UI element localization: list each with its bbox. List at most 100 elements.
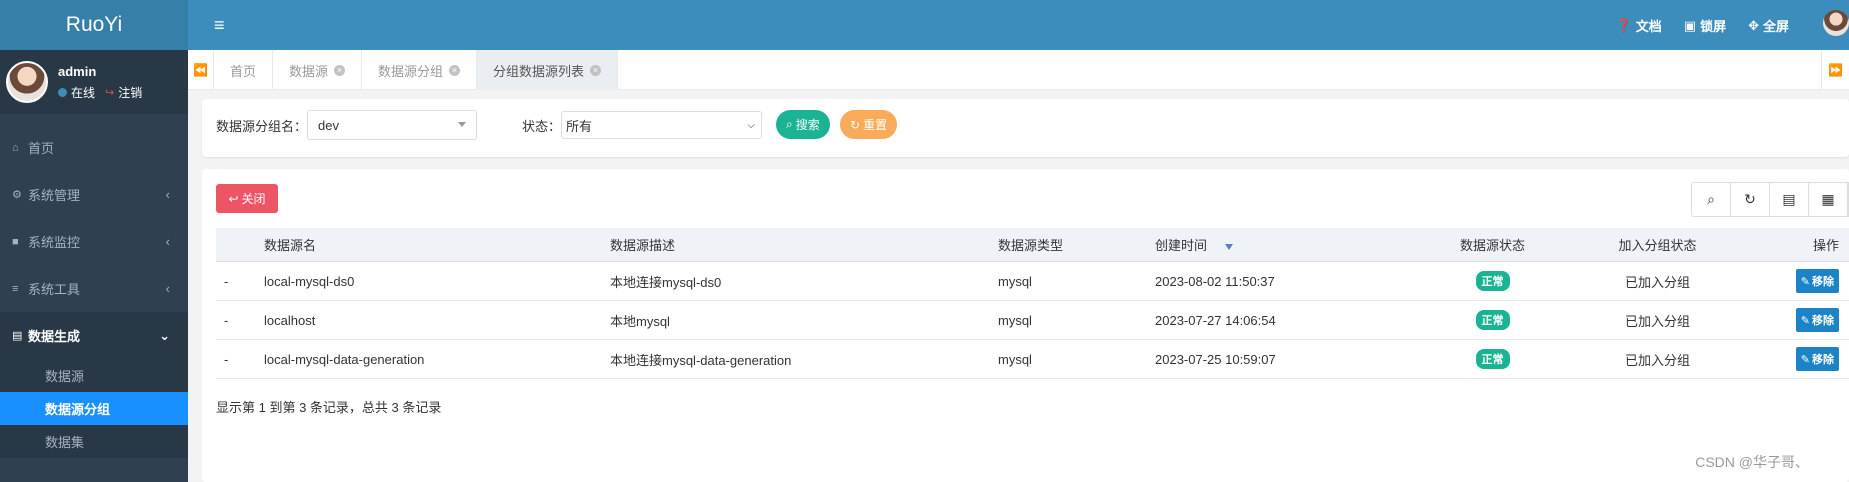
reset-button[interactable]: ↻ 重置 (840, 110, 898, 139)
cell-created: 2023-08-02 11:50:37 (1155, 273, 1275, 289)
pagination-info: 显示第 1 到第 3 条记录，总共 3 条记录 (216, 400, 442, 415)
docs-label: 文档 (1635, 19, 1662, 34)
row-expand[interactable]: - (216, 274, 264, 289)
tab-close-icon[interactable]: × (590, 64, 602, 76)
sidebar-subitem-dataset[interactable]: 数据集 (0, 425, 188, 458)
cell-group-status: 已加入分组 (1624, 313, 1690, 329)
logout-icon[interactable]: ↪ (105, 86, 114, 99)
docs-link[interactable]: ❓ 文档 (1616, 16, 1662, 35)
status-badge: 正常 (1475, 271, 1510, 291)
remove-button-label: 移除 (1812, 354, 1834, 366)
header-desc[interactable]: 数据源描述 (610, 235, 998, 254)
header-name[interactable]: 数据源名 (264, 235, 610, 254)
cell-status: 正常 (1425, 310, 1560, 330)
chevron-down-icon: ⌵ (747, 120, 755, 131)
close-button[interactable]: ↩ 关闭 (216, 184, 278, 213)
remove-button[interactable]: ✎ 移除 (1795, 347, 1839, 371)
cell-created: 2023-07-27 14:06:54 (1155, 312, 1276, 328)
tabs-scroll-left-icon[interactable]: ⏪ (188, 50, 214, 90)
tab-label: 分组数据源列表 (493, 63, 585, 79)
caret-down-icon (458, 122, 466, 127)
remove-button[interactable]: ✎ 移除 (1795, 269, 1839, 293)
user-panel: admin 在线 ↪ 注销 (0, 50, 188, 114)
online-label: 在线 (71, 85, 96, 100)
group-name-value: dev (318, 117, 339, 133)
sidebar-submenu: 数据源 数据源分组 数据集 (0, 359, 188, 458)
bars-icon: ≡ (12, 282, 19, 295)
tab-close-icon[interactable]: × (334, 64, 346, 76)
cell-actions: ✎ 移除 (1755, 269, 1849, 293)
toggle-search-button[interactable]: ⌕ (1692, 183, 1731, 216)
tab-datasource-group[interactable]: 数据源分组 × (362, 50, 478, 90)
cell-type: mysql (998, 312, 1032, 328)
reply-icon: ↩ (228, 191, 239, 206)
status-select[interactable]: 所有 ⌵ (561, 111, 762, 139)
tab-group-datasource-list[interactable]: 分组数据源列表 × (477, 50, 619, 90)
lock-icon: ▣ (1683, 17, 1697, 33)
row-expand[interactable]: - (216, 352, 264, 367)
cell-type: mysql (998, 273, 1032, 289)
tab-home[interactable]: 首页 (214, 50, 274, 90)
sidebar-item-monitor[interactable]: ■ 系统监控 ‹ (0, 218, 188, 265)
sidebar-item-home[interactable]: ⌂ 首页 (0, 124, 188, 171)
sidebar-subitem-datasource[interactable]: 数据源 (0, 359, 188, 392)
header-group-status[interactable]: 加入分组状态 (1560, 235, 1755, 254)
status-badge: 正常 (1475, 349, 1510, 369)
tabs-scroll-right-icon[interactable]: ⏩ (1821, 50, 1849, 90)
app-logo[interactable]: RuoYi (0, 0, 188, 50)
header-created-label: 创建时间 (1155, 238, 1208, 253)
chevron-down-icon: ⌄ (159, 327, 170, 343)
fullscreen-link[interactable]: ✥ 全屏 (1748, 16, 1789, 35)
online-dot-icon (58, 87, 67, 97)
gear-icon: ⚙ (12, 189, 22, 201)
remove-button-label: 移除 (1812, 315, 1834, 327)
navbar-avatar[interactable] (1823, 10, 1849, 36)
tabs: 首页 数据源 × 数据源分组 × 分组数据源列表 × (214, 50, 619, 90)
home-icon: ⌂ (12, 141, 19, 154)
row-expand[interactable]: - (216, 313, 264, 328)
remove-button[interactable]: ✎ 移除 (1795, 308, 1839, 332)
cell-name: local-mysql-ds0 (264, 273, 355, 289)
header-type[interactable]: 数据源类型 (998, 235, 1155, 254)
sidebar-item-label: 数据生成 (28, 329, 81, 344)
question-icon: ❓ (1615, 17, 1632, 33)
sort-desc-icon[interactable] (1224, 243, 1233, 250)
tab-label: 数据源分组 (378, 63, 444, 79)
status-label: 状态： (522, 119, 562, 134)
fullscreen-label: 全屏 (1762, 19, 1789, 34)
sidebar-item-tools[interactable]: ≡ 系统工具 ‹ (0, 265, 188, 312)
status-badge: 正常 (1475, 310, 1510, 330)
close-button-label: 关闭 (241, 192, 266, 206)
sidebar-item-label: 首页 (28, 141, 55, 156)
menu-toggle-icon[interactable]: ≡ (214, 15, 225, 36)
columns-button[interactable]: ▦ (1809, 183, 1848, 216)
cell-group-status: 已加入分组 (1624, 274, 1690, 290)
sidebar-item-system[interactable]: ⚙ 系统管理 ‹ (0, 171, 188, 218)
toggle-view-button[interactable]: ▤ (1770, 183, 1809, 216)
sidebar-item-datagen[interactable]: ▤ 数据生成 ⌄ (0, 312, 188, 359)
cell-actions: ✎ 移除 (1755, 347, 1849, 371)
lock-link[interactable]: ▣ 锁屏 (1684, 16, 1726, 35)
sidebar-subitem-datasource-group[interactable]: 数据源分组 (0, 392, 188, 425)
remove-button-label: 移除 (1812, 276, 1834, 288)
cell-desc: 本地连接mysql-ds0 (610, 274, 722, 290)
header-created[interactable]: 创建时间 (1155, 235, 1425, 254)
reset-button-label: 重置 (863, 118, 888, 132)
logout-link[interactable]: 注销 (118, 84, 142, 101)
search-button[interactable]: ⌕ 搜索 (776, 110, 830, 139)
cell-name: localhost (264, 312, 316, 328)
edit-icon: ✎ (1800, 275, 1810, 288)
cell-name: local-mysql-data-generation (264, 351, 425, 367)
refresh-button[interactable]: ↻ (1731, 183, 1770, 216)
data-table: 数据源名 数据源描述 数据源类型 创建时间 数据源状态 加入分组状态 操作 - … (216, 228, 1849, 379)
group-name-select[interactable]: dev (307, 110, 477, 140)
tab-close-icon[interactable]: × (449, 64, 461, 76)
grid-icon: ▦ (1821, 191, 1835, 207)
table-row: - local-mysql-ds0 本地连接mysql-ds0 mysql 20… (216, 262, 1849, 301)
user-avatar[interactable] (6, 61, 48, 103)
user-info: admin 在线 ↪ 注销 (58, 64, 142, 101)
chevron-left-icon: ‹ (165, 234, 170, 249)
cell-created: 2023-07-25 10:59:07 (1155, 351, 1276, 367)
header-status[interactable]: 数据源状态 (1425, 235, 1560, 254)
tab-datasource[interactable]: 数据源 × (273, 50, 363, 90)
